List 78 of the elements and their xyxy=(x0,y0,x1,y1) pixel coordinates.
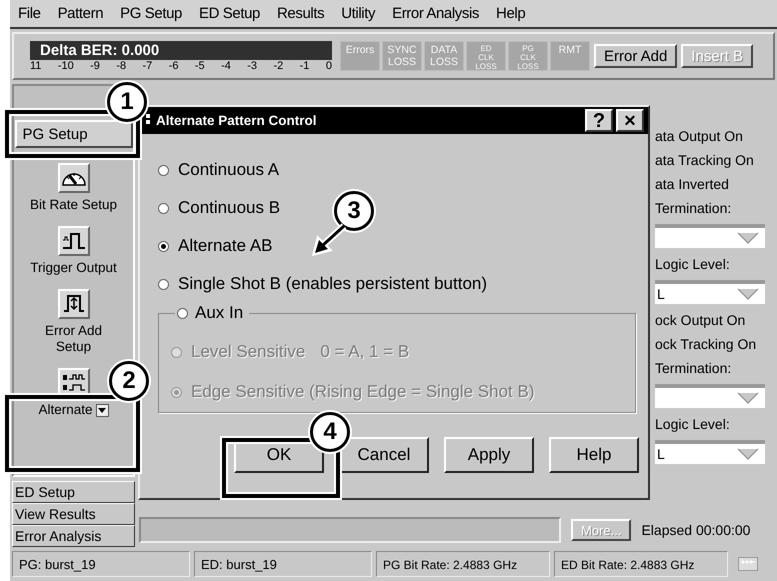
nav-button[interactable]: View Results xyxy=(12,503,135,525)
setting-label: Logic Level: xyxy=(655,416,731,432)
radio-button[interactable] xyxy=(177,308,188,318)
setting-label: ata Inverted xyxy=(655,176,730,192)
dialog-button[interactable]: Apply xyxy=(444,437,534,473)
menu-item[interactable]: File xyxy=(18,5,41,22)
tool-label: Trigger Output xyxy=(30,260,117,276)
scale-label: -2 xyxy=(273,60,284,72)
status-lamp: RMT xyxy=(550,41,590,71)
setting-label: ock Tracking On xyxy=(655,336,758,352)
pulse-icon[interactable] xyxy=(58,226,90,256)
dialog-title: Alternate Pattern Control xyxy=(156,113,318,128)
toolbar-button[interactable]: Error Add xyxy=(594,44,678,68)
radio-button[interactable] xyxy=(158,164,169,176)
scale-label: -10 xyxy=(58,60,74,72)
setting-label: ata Output On xyxy=(655,128,744,144)
option-label[interactable]: Alternate AB xyxy=(178,236,273,256)
tool-label: Bit Rate Setup xyxy=(30,197,118,213)
dropdown-field[interactable] xyxy=(655,384,765,408)
radio-button[interactable] xyxy=(158,202,169,214)
scale-label: -8 xyxy=(116,60,126,72)
status-icon xyxy=(738,557,758,571)
dialog-button[interactable]: Help xyxy=(549,437,639,473)
callout-number: 2 xyxy=(109,361,149,401)
tool-label: Error Add Setup xyxy=(44,323,104,355)
dialog-button[interactable]: Cancel xyxy=(339,437,429,473)
scale-label: -1 xyxy=(300,60,310,72)
option-label[interactable]: Aux In xyxy=(195,303,244,323)
status-pane: PG: burst_19 xyxy=(12,551,190,577)
radio-button[interactable] xyxy=(158,240,169,252)
tool-label: Alternate xyxy=(38,402,93,418)
help-button[interactable]: ? xyxy=(585,109,613,132)
dropdown-field[interactable]: L xyxy=(655,440,765,464)
callout-number: 1 xyxy=(107,82,147,122)
scale-label: 11 xyxy=(30,60,42,72)
scale-label: -4 xyxy=(221,60,231,72)
callout-number: 4 xyxy=(310,412,350,452)
menu-item[interactable]: Results xyxy=(277,5,324,22)
elapsed-time: Elapsed 00:00:00 xyxy=(641,522,750,538)
option-note: 0 = A, 1 = B xyxy=(320,342,410,362)
menu-item[interactable]: PG Setup xyxy=(120,5,182,22)
setting-label: Logic Level: xyxy=(655,256,731,272)
option-label[interactable]: Continuous B xyxy=(178,198,280,218)
menu-item[interactable]: Utility xyxy=(341,5,376,22)
pg-setup-button[interactable]: PG Setup xyxy=(14,120,132,148)
setting-label: ata Tracking On xyxy=(655,152,755,168)
status-pane: ED: burst_19 xyxy=(194,551,372,577)
dropdown-field[interactable]: L xyxy=(655,280,765,304)
menu-item[interactable]: Help xyxy=(496,5,526,22)
close-button[interactable]: × xyxy=(616,109,644,132)
status-lamp: SYNC LOSS xyxy=(382,41,422,71)
setting-label: ock Output On xyxy=(655,312,746,328)
option-label[interactable]: Continuous A xyxy=(178,160,280,180)
scale-label: -6 xyxy=(168,60,178,72)
menu-item[interactable]: ED Setup xyxy=(198,5,260,22)
callout-arrow xyxy=(312,222,348,256)
setting-label: Termination: xyxy=(655,200,732,216)
ber-display: Delta BER: 0.000 xyxy=(30,40,332,60)
scale-label: 0 xyxy=(326,60,332,72)
scale-label: -7 xyxy=(142,60,152,72)
status-pane: PG Bit Rate: 2.4883 GHz xyxy=(376,551,550,577)
radio-button[interactable] xyxy=(158,278,169,290)
status-lamp: DATA LOSS xyxy=(424,41,464,71)
option-label[interactable]: Single Shot B (enables persistent button) xyxy=(178,274,488,294)
status-lamp: PG CLK LOSS xyxy=(508,41,548,71)
scale-label: -9 xyxy=(90,60,100,72)
menu-item[interactable]: Error Analysis xyxy=(392,5,480,22)
setting-label: Termination: xyxy=(655,360,732,376)
status-lamp: ED CLK LOSS xyxy=(466,41,506,71)
status-lamp: Errors xyxy=(340,41,380,71)
nav-button[interactable]: Error Analysis xyxy=(12,525,135,547)
scale-label: -5 xyxy=(194,60,205,72)
dropdown-field[interactable] xyxy=(655,224,765,248)
scale-label: -3 xyxy=(247,60,258,72)
status-pane: ED Bit Rate: 2.4883 GHz xyxy=(554,551,728,577)
nav-button[interactable]: ED Setup xyxy=(12,481,135,503)
menu-item[interactable]: Pattern xyxy=(58,5,104,22)
gauge-icon[interactable] xyxy=(58,163,90,193)
